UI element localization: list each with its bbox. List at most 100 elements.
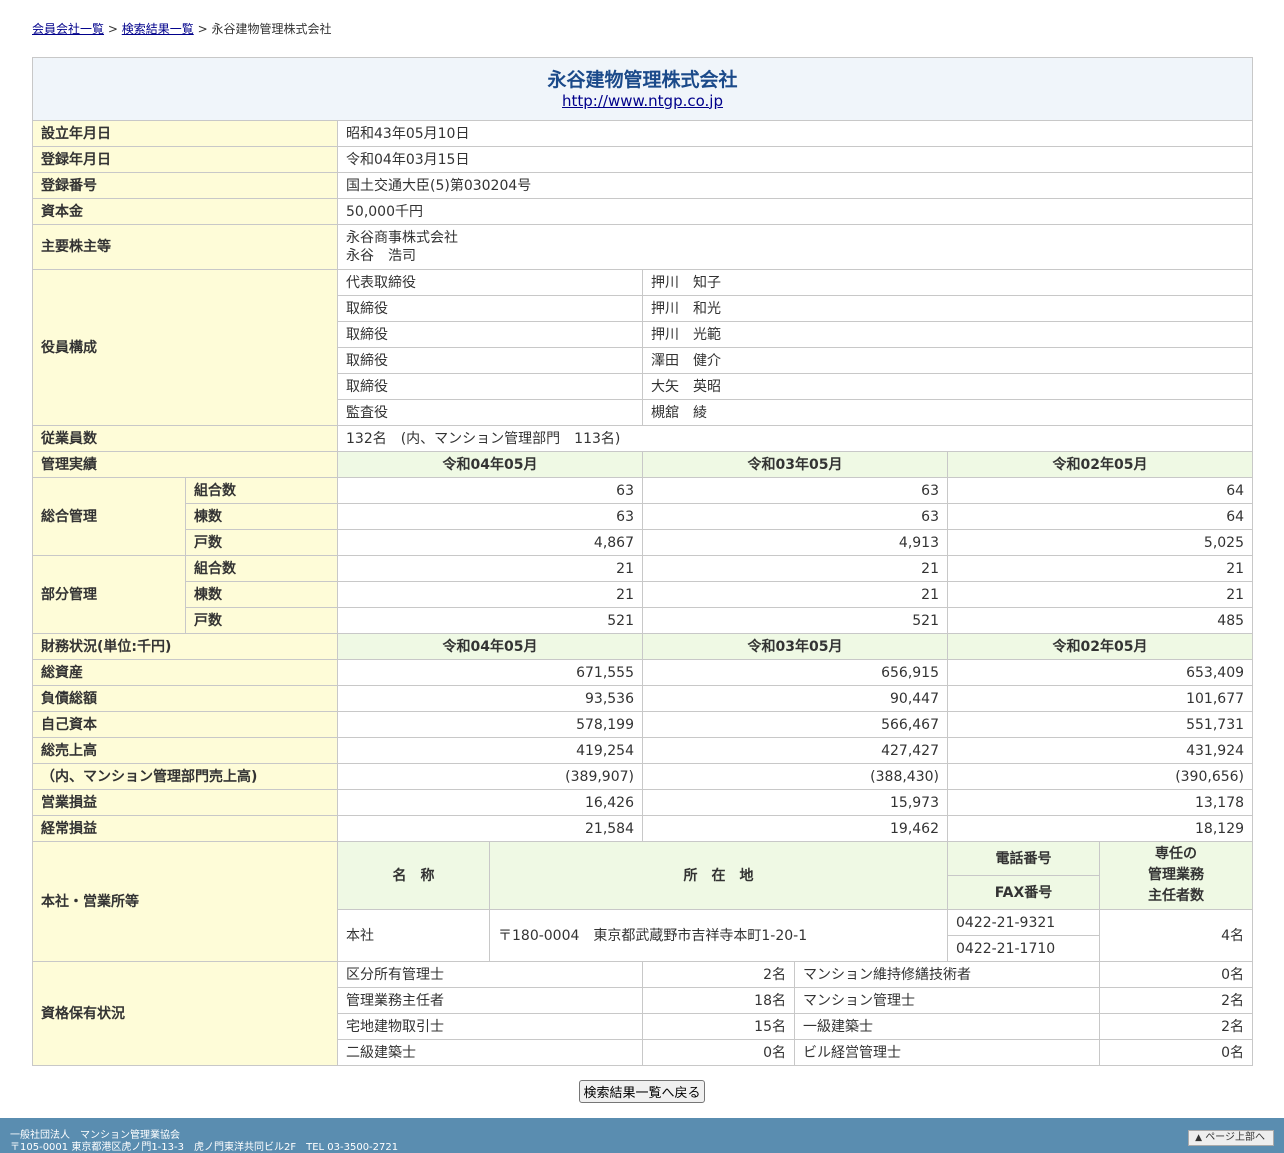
finance-label: 財務状況(単位:千円) [32, 633, 338, 660]
qualification-count: 2名 [1098, 987, 1254, 1014]
officer-name: 押川 光範 [641, 321, 1254, 348]
general-buildings-value: 63 [642, 503, 948, 530]
qualification-count: 2名 [1098, 1013, 1254, 1040]
page-top-button[interactable]: ▲ ページ上部へ [1188, 1130, 1274, 1146]
period-header: 令和04年05月 [337, 633, 643, 660]
established-value: 昭和43年05月10日 [336, 120, 1254, 147]
qualifications-label: 資格保有状況 [32, 961, 338, 1066]
qualification-count: 0名 [1098, 961, 1254, 988]
arrow-up-icon: ▲ [1195, 1133, 1202, 1143]
employees-value: 132名 (内、マンション管理部門 113名) [336, 425, 1254, 452]
back-to-search-results-button[interactable]: 検索結果一覧へ戻る [579, 1080, 705, 1103]
shareholder: 永谷商事株式会社 [346, 230, 458, 246]
partial-associations-value: 21 [337, 555, 643, 582]
office-fax: 0422-21-1710 [947, 935, 1100, 962]
total-assets-value: 653,409 [946, 659, 1254, 686]
performance-label: 管理実績 [32, 451, 338, 478]
office-name: 本社 [337, 909, 490, 962]
buildings-label: 棟数 [185, 503, 338, 530]
buildings-label: 棟数 [185, 581, 338, 608]
shareholders-value: 永谷商事株式会社 永谷 浩司 [336, 224, 1254, 270]
period-header: 令和03年05月 [642, 451, 948, 478]
qualification-name: ビル経営管理士 [794, 1039, 1100, 1066]
registration-number-label: 登録番号 [32, 172, 338, 199]
capital-value: 50,000千円 [336, 198, 1254, 225]
office-name-header: 名 称 [337, 841, 490, 910]
total-assets-label: 総資産 [32, 659, 338, 686]
qualification-count: 18名 [642, 987, 795, 1014]
officer-role: 取締役 [337, 321, 643, 348]
total-liabilities-label: 負債総額 [32, 685, 338, 712]
company-name: 永谷建物管理株式会社 [547, 68, 738, 91]
footer-address: 〒105-0001 東京都港区虎ノ門1-13-3 虎ノ門東洋共同ビル2F TEL… [10, 1142, 399, 1153]
partial-units-value: 485 [946, 607, 1254, 634]
qualification-count: 0名 [1098, 1039, 1254, 1066]
qualification-name: マンション管理士 [794, 987, 1100, 1014]
general-units-value: 4,867 [337, 529, 643, 556]
partial-buildings-value: 21 [642, 581, 948, 608]
breadcrumb-current: 永谷建物管理株式会社 [211, 22, 332, 36]
equity-label: 自己資本 [32, 711, 338, 738]
company-url-link[interactable]: http://www.ntgp.co.jp [562, 92, 723, 110]
page-top-label: ページ上部へ [1205, 1132, 1265, 1143]
operating-income-label: 営業損益 [32, 789, 338, 816]
back-button-container: 検索結果一覧へ戻る [0, 1080, 1284, 1103]
qualification-name: 区分所有管理士 [337, 961, 643, 988]
operating-income-value: 15,973 [642, 789, 948, 816]
breadcrumb: 会員会社一覧 > 検索結果一覧 > 永谷建物管理株式会社 [32, 20, 331, 37]
qualification-name: 二級建築士 [337, 1039, 643, 1066]
ordinary-income-value: 21,584 [337, 815, 643, 842]
officer-name: 押川 知子 [641, 269, 1254, 296]
officer-name: 押川 和光 [641, 295, 1254, 322]
total-sales-value: 419,254 [337, 737, 643, 764]
ordinary-income-value: 18,129 [946, 815, 1254, 842]
partial-buildings-value: 21 [946, 581, 1254, 608]
equity-value: 578,199 [337, 711, 643, 738]
partial-management-label: 部分管理 [32, 555, 186, 634]
employees-label: 従業員数 [32, 425, 338, 452]
general-buildings-value: 64 [946, 503, 1254, 530]
ordinary-income-label: 経常損益 [32, 815, 338, 842]
office-managers-count: 4名 [1098, 909, 1254, 962]
total-liabilities-value: 101,677 [946, 685, 1254, 712]
period-header: 令和03年05月 [642, 633, 948, 660]
general-buildings-value: 63 [337, 503, 643, 530]
general-units-value: 4,913 [642, 529, 948, 556]
officer-role: 監査役 [337, 399, 643, 426]
period-header: 令和02年05月 [946, 633, 1254, 660]
qualification-name: マンション維持修繕技術者 [794, 961, 1100, 988]
qualification-count: 15名 [642, 1013, 795, 1040]
units-label: 戸数 [185, 529, 338, 556]
officer-role: 取締役 [337, 347, 643, 374]
mansion-sales-value: (389,907) [337, 763, 643, 790]
period-header: 令和02年05月 [946, 451, 1254, 478]
general-associations-value: 63 [642, 477, 948, 504]
officer-name: 槻舘 綾 [641, 399, 1254, 426]
office-address-header: 所 在 地 [489, 841, 948, 910]
qualification-name: 宅地建物取引士 [337, 1013, 643, 1040]
footer-organization: 一般社団法人 マンション管理業協会 [10, 1130, 180, 1141]
associations-label: 組合数 [185, 555, 338, 582]
equity-value: 551,731 [946, 711, 1254, 738]
offices-label: 本社・営業所等 [32, 841, 338, 962]
registration-number-value: 国土交通大臣(5)第030204号 [336, 172, 1254, 199]
units-label: 戸数 [185, 607, 338, 634]
general-associations-value: 64 [946, 477, 1254, 504]
managers-header: 専任の 管理業務 主任者数 [1098, 841, 1254, 910]
partial-associations-value: 21 [946, 555, 1254, 582]
footer: 一般社団法人 マンション管理業協会 〒105-0001 東京都港区虎ノ門1-13… [0, 1118, 1284, 1153]
mansion-sales-value: (390,656) [946, 763, 1254, 790]
office-address: 〒180-0004 東京都武蔵野市吉祥寺本町1-20-1 [489, 909, 948, 962]
qualification-count: 0名 [642, 1039, 795, 1066]
general-associations-value: 63 [337, 477, 643, 504]
total-assets-value: 656,915 [642, 659, 948, 686]
office-phone: 0422-21-9321 [947, 909, 1100, 936]
total-assets-value: 671,555 [337, 659, 643, 686]
breadcrumb-search-results-link[interactable]: 検索結果一覧 [122, 22, 194, 36]
company-detail-table: 永谷建物管理株式会社 http://www.ntgp.co.jp 設立年月日 昭… [31, 57, 1254, 1066]
phone-header: 電話番号 [947, 841, 1100, 876]
total-liabilities-value: 93,536 [337, 685, 643, 712]
breadcrumb-member-list-link[interactable]: 会員会社一覧 [32, 22, 104, 36]
qualification-name: 一級建築士 [794, 1013, 1100, 1040]
shareholder: 永谷 浩司 [346, 248, 416, 264]
